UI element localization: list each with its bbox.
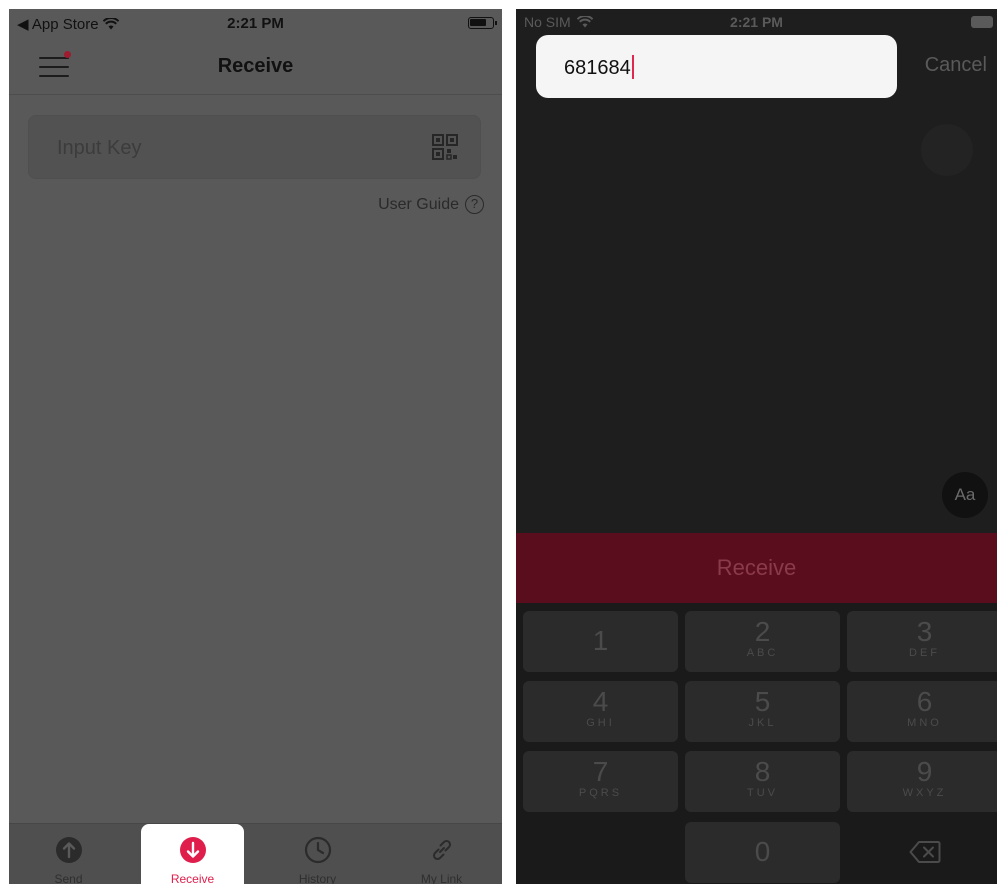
- key-digit: 6: [916, 686, 933, 717]
- text-caret: [631, 55, 634, 79]
- key-digit: 2: [754, 616, 771, 647]
- status-time: 2:21 PM: [730, 14, 783, 30]
- key-digit: 0: [754, 836, 771, 867]
- tab-bar: Send Receive History My Link: [9, 823, 502, 884]
- key-0[interactable]: 0: [685, 822, 840, 883]
- key-letters: DEF: [909, 647, 940, 659]
- link-icon: [432, 839, 451, 861]
- key-letters: JKL: [748, 717, 777, 729]
- delete-key[interactable]: [847, 822, 997, 883]
- tab-history[interactable]: History: [266, 824, 369, 884]
- nav-bar: Receive: [9, 37, 502, 95]
- battery-icon: [468, 17, 497, 29]
- key-digit: 8: [754, 756, 771, 787]
- key-digit: 9: [916, 756, 933, 787]
- key-input-value-wrap: 681684: [564, 55, 634, 80]
- key-letters: GHI: [586, 717, 615, 729]
- receive-screen: ◀ App Store 2:21 PM Receive Input Key Us…: [9, 9, 502, 884]
- key-digit: 5: [754, 686, 771, 717]
- tab-receive-label: Receive: [170, 872, 215, 884]
- key-7[interactable]: 7 PQRS: [523, 751, 678, 812]
- status-time: 2:21 PM: [227, 15, 284, 32]
- key-2[interactable]: 2 ABC: [685, 611, 840, 672]
- tab-send-label: Send: [54, 872, 83, 884]
- tab-my-link-label: My Link: [420, 872, 463, 884]
- key-digit: 7: [592, 756, 609, 787]
- key-letters: ABC: [746, 647, 779, 659]
- key-8[interactable]: 8 TUV: [685, 751, 840, 812]
- clock-icon: [304, 836, 331, 864]
- key-1[interactable]: 1: [523, 611, 678, 672]
- text-size-button[interactable]: Aa: [942, 472, 988, 518]
- key-letters: PQRS: [578, 787, 623, 799]
- cancel-button[interactable]: Cancel: [925, 54, 987, 77]
- key-digit: 4: [592, 686, 609, 717]
- user-guide-link[interactable]: User Guide ?: [378, 195, 484, 214]
- numeric-keypad: 1 2 ABC 3 DEF 4 GHI 5 JKL 6 MNO 7 PQRS 8…: [516, 603, 997, 884]
- key-9[interactable]: 9 WXYZ: [847, 751, 997, 812]
- key-input-value: 681684: [564, 57, 631, 79]
- key-6[interactable]: 6 MNO: [847, 681, 997, 742]
- arrow-up-circle-icon: [55, 837, 82, 863]
- tab-receive[interactable]: Receive: [141, 824, 244, 884]
- receive-keypad-screen: No SIM 2:21 PM 681684 Cancel Aa Receive …: [516, 9, 997, 884]
- key-4[interactable]: 4 GHI: [523, 681, 678, 742]
- key-input-field[interactable]: 681684: [536, 35, 897, 98]
- receive-button[interactable]: Receive: [516, 533, 997, 603]
- arrow-down-circle-icon: [179, 837, 206, 863]
- key-digit: 3: [916, 616, 933, 647]
- backspace-icon: [909, 841, 940, 863]
- help-icon: ?: [465, 195, 484, 214]
- qr-code-icon[interactable]: [432, 134, 458, 160]
- battery-icon: [971, 16, 993, 28]
- key-letters: MNO: [907, 717, 942, 729]
- key-3[interactable]: 3 DEF: [847, 611, 997, 672]
- key-digit: 1: [592, 625, 609, 656]
- key-letters: TUV: [747, 787, 778, 799]
- status-bar: No SIM 2:21 PM: [516, 9, 997, 35]
- tab-history-label: History: [298, 872, 337, 884]
- input-key-field[interactable]: Input Key: [28, 115, 481, 179]
- tab-send[interactable]: Send: [17, 824, 120, 884]
- status-bar: ◀ App Store 2:21 PM: [9, 9, 502, 37]
- tab-my-link[interactable]: My Link: [390, 824, 493, 884]
- input-key-placeholder: Input Key: [57, 137, 142, 159]
- user-guide-label: User Guide: [378, 195, 459, 213]
- key-letters: WXYZ: [902, 787, 947, 799]
- dimmed-button: [921, 124, 973, 176]
- page-title: Receive: [217, 55, 294, 77]
- key-5[interactable]: 5 JKL: [685, 681, 840, 742]
- screenshot-root: ◀ App Store 2:21 PM Receive Input Key Us…: [0, 0, 997, 884]
